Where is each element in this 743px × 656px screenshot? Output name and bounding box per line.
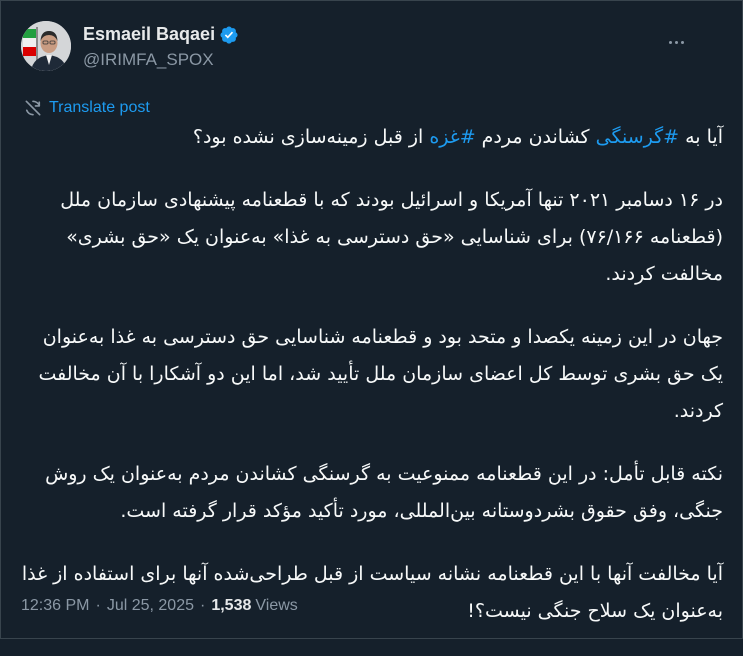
profile-photo-icon xyxy=(21,21,71,71)
author-display-name[interactable]: Esmaeil Baqaei xyxy=(83,24,215,45)
views-label: Views xyxy=(255,597,298,614)
tweet-text: آیا به #گرسنگی کشاندن مردم #غزه از قبل ز… xyxy=(21,119,723,656)
tweet-paragraph-3: جهان در این زمینه یکصدا و متحد بود و قطع… xyxy=(38,326,723,422)
tweet-text-segment: آیا به xyxy=(679,126,723,148)
translate-icon xyxy=(23,98,43,118)
translate-label: Translate post xyxy=(49,99,150,116)
meta-separator: · xyxy=(95,597,101,614)
hashtag-link[interactable]: #غزه xyxy=(429,126,475,148)
verified-badge-icon[interactable] xyxy=(219,25,239,45)
tweet-text-segment: کشاندن مردم xyxy=(475,126,596,148)
views-count: 1,538 xyxy=(211,597,252,614)
tweet-header: Esmaeil Baqaei @IRIMFA_SPOX xyxy=(21,21,239,71)
tweet-paragraph-1: آیا به #گرسنگی کشاندن مردم #غزه از قبل ز… xyxy=(21,119,723,156)
tweet-text-segment: از قبل زمینه‌سازی نشده بود؟ xyxy=(192,126,430,148)
tweet-paragraph-2: در ۱۶ دسامبر ۲۰۲۱ تنها آمریکا و اسرائیل … xyxy=(60,189,723,285)
tweet-date[interactable]: Jul 25, 2025 xyxy=(107,597,194,615)
author-names: Esmaeil Baqaei @IRIMFA_SPOX xyxy=(83,23,239,70)
tweet-paragraph-5: آیا مخالفت آنها با این قطعنامه نشانه سیا… xyxy=(21,563,723,622)
meta-separator: · xyxy=(200,597,206,614)
author-handle[interactable]: @IRIMFA_SPOX xyxy=(83,50,239,70)
hashtag-link[interactable]: #گرسنگی xyxy=(596,126,679,148)
tweet-meta: 12:36 PM · Jul 25, 2025 · 1,538 Views xyxy=(21,597,298,615)
translate-post-link[interactable]: Translate post xyxy=(23,98,150,118)
more-options-icon[interactable] xyxy=(669,41,684,44)
tweet-paragraph-4: نکته قابل تأمل: در این قطعنامه ممنوعیت ب… xyxy=(45,463,723,522)
avatar[interactable] xyxy=(21,21,71,71)
tweet-time[interactable]: 12:36 PM xyxy=(21,597,89,615)
